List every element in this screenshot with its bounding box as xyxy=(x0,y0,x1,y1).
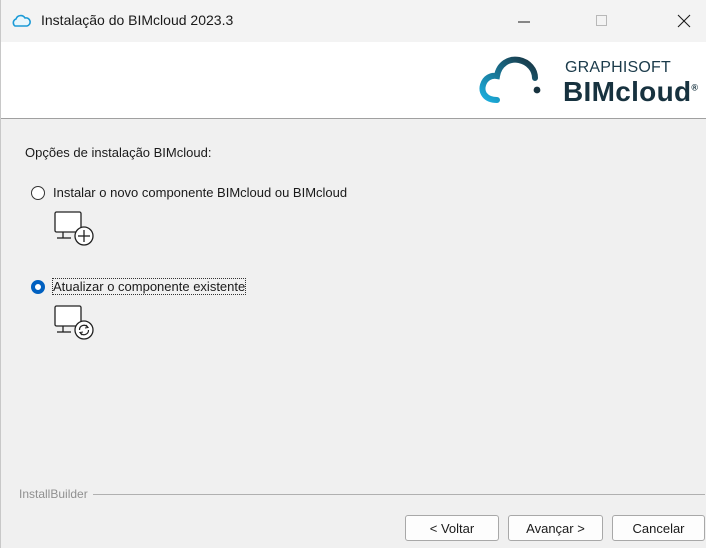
header-banner: GRAPHISOFT BIMcloud® xyxy=(1,42,706,119)
option-install-new-label[interactable]: Instalar o novo componente BIMcloud ou B… xyxy=(53,185,347,200)
install-options-heading: Opções de instalação BIMcloud: xyxy=(25,145,212,160)
title-bar[interactable]: Instalação do BIMcloud 2023.3 xyxy=(1,0,706,42)
installer-window: Instalação do BIMcloud 2023.3 GRAPHISOFT… xyxy=(0,0,706,548)
monitor-plus-icon xyxy=(54,211,94,246)
close-button[interactable] xyxy=(661,0,706,42)
minimize-icon xyxy=(518,21,530,23)
footer-divider xyxy=(93,494,705,495)
window-title: Instalação do BIMcloud 2023.3 xyxy=(41,12,234,28)
maximize-icon xyxy=(596,15,607,26)
option-update-existing-label[interactable]: Atualizar o componente existente xyxy=(51,278,247,295)
radio-update-existing[interactable] xyxy=(31,280,45,294)
registered-mark: ® xyxy=(691,82,699,93)
cancel-button[interactable]: Cancelar xyxy=(612,515,705,541)
minimize-button[interactable] xyxy=(501,0,547,42)
radio-install-new[interactable] xyxy=(31,186,45,200)
next-button[interactable]: Avançar > xyxy=(508,515,603,541)
bimcloud-logo-icon xyxy=(479,56,541,103)
installbuilder-label: InstallBuilder xyxy=(19,487,88,501)
maximize-button[interactable] xyxy=(579,0,625,42)
brand-product: BIMcloud® xyxy=(563,76,698,108)
back-button[interactable]: < Voltar xyxy=(405,515,499,541)
brand-product-name: BIMcloud xyxy=(563,76,692,107)
brand-company: GRAPHISOFT xyxy=(565,59,672,76)
monitor-refresh-icon xyxy=(54,305,94,340)
cloud-app-icon xyxy=(12,14,31,27)
close-icon xyxy=(677,14,691,28)
